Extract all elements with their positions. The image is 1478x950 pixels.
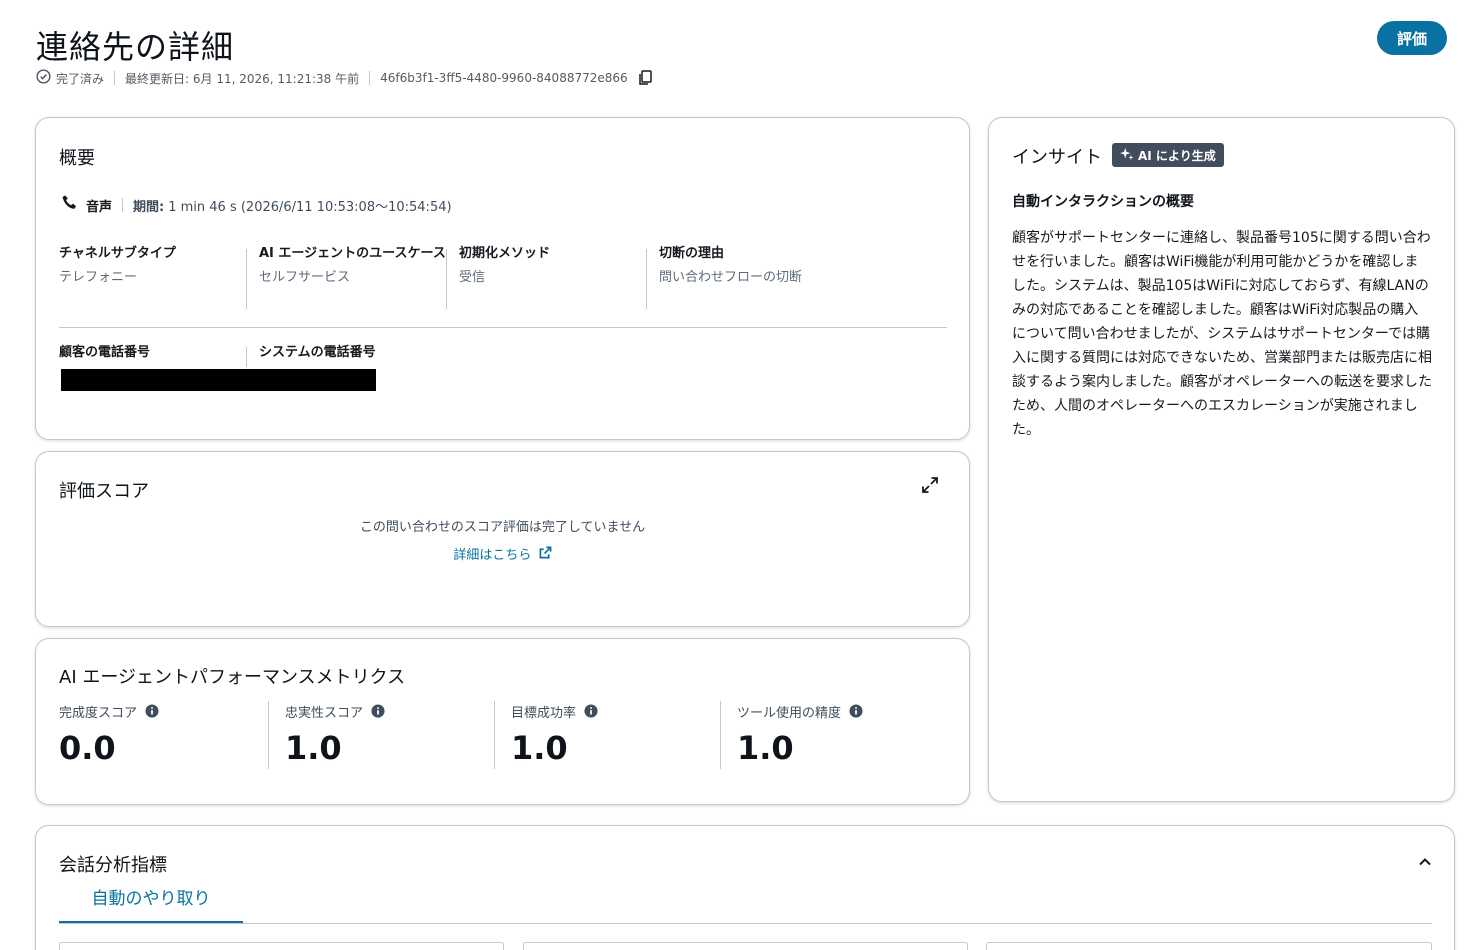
field-label: チャネルサブタイプ: [59, 246, 176, 261]
field-label: AI エージェントのユースケース: [259, 246, 446, 261]
divider: [446, 249, 447, 309]
metric-value: 1.0: [737, 729, 794, 767]
metric-label: 目標成功率: [511, 705, 577, 721]
tab-divider: [59, 923, 1432, 924]
field-ai-use-case: AI エージェントのユースケース セルフサービス: [259, 242, 447, 290]
status: 完了済み: [36, 69, 104, 87]
score-title: 評価スコア: [59, 481, 149, 502]
last-updated: 最終更新日: 6月 11, 2026, 11:21:38 午前: [125, 71, 360, 86]
tab-automated-interaction[interactable]: 自動のやり取り: [59, 884, 243, 924]
ai-metrics-card: AI エージェントパフォーマンスメトリクス 完成度スコア 0.0 忠実性スコア …: [35, 638, 970, 805]
field-value: テレフォニー: [59, 270, 138, 285]
evaluation-score-card: 評価スコア この問い合わせのスコア評価は完了していません 詳細はこちら: [35, 451, 970, 627]
insight-card: インサイト AI により生成 自動インタラクションの概要 顧客がサポートセンター…: [988, 117, 1455, 802]
field-system-phone: システムの電話番号: [259, 341, 459, 365]
check-circle-icon: [36, 69, 51, 87]
field-channel-subtype: チャネルサブタイプ テレフォニー: [59, 242, 239, 290]
info-icon[interactable]: [371, 704, 385, 718]
analytics-panel: [523, 942, 968, 950]
metric-label: 忠実性スコア: [285, 705, 364, 721]
field-disconnect-reason: 切断の理由 問い合わせフローの切断: [659, 242, 879, 290]
duration-label: 期間:: [133, 199, 165, 215]
evaluate-button[interactable]: 評価: [1377, 21, 1447, 55]
external-link-icon: [539, 546, 552, 563]
status-text: 完了済み: [56, 71, 105, 86]
info-icon[interactable]: [145, 704, 159, 718]
redacted-phone-numbers: [61, 369, 376, 391]
metric-label: ツール使用の精度: [737, 705, 842, 721]
field-label: 顧客の電話番号: [59, 345, 151, 360]
field-value: セルフサービス: [259, 270, 351, 285]
field-customer-phone: 顧客の電話番号: [59, 341, 239, 365]
chevron-up-icon[interactable]: [1418, 854, 1432, 873]
divider: [246, 347, 247, 367]
metric-completeness: 完成度スコア 0.0: [59, 701, 159, 767]
metric-value: 1.0: [285, 729, 342, 767]
divider: [494, 701, 495, 769]
overview-title: 概要: [59, 148, 95, 169]
analytics-panel: [986, 942, 1432, 950]
info-icon[interactable]: [584, 704, 598, 718]
divider: [646, 249, 647, 309]
conversation-analytics-card: 会話分析指標 自動のやり取り: [35, 825, 1455, 950]
overview-card: 概要 音声 期間: 1 min 46 s (2026/6/11 10:53:08…: [35, 117, 970, 440]
metric-label: 完成度スコア: [59, 705, 138, 721]
field-label: 初期化メソッド: [459, 246, 551, 261]
expand-icon[interactable]: [921, 476, 939, 498]
score-message: この問い合わせのスコア評価は完了していません: [359, 520, 646, 535]
divider: [268, 701, 269, 769]
metric-goal-success: 目標成功率 1.0: [511, 701, 598, 767]
divider: [114, 71, 116, 85]
phone-icon: [61, 194, 79, 216]
metric-tool-accuracy: ツール使用の精度 1.0: [737, 701, 863, 767]
field-init-method: 初期化メソッド 受信: [459, 242, 639, 290]
field-label: 切断の理由: [659, 246, 725, 261]
ai-generated-badge: AI により生成: [1112, 143, 1224, 167]
field-value: 問い合わせフローの切断: [659, 270, 803, 285]
channel-row: 音声 期間: 1 min 46 s (2026/6/11 10:53:08～10…: [61, 194, 452, 216]
info-icon[interactable]: [849, 704, 863, 718]
channel-label: 音声: [86, 199, 113, 215]
analytics-title: 会話分析指標: [59, 855, 167, 876]
analytics-panel: [59, 942, 504, 950]
divider: [59, 327, 947, 328]
learn-more-text: 詳細はこちら: [453, 548, 532, 563]
copy-icon[interactable]: [638, 70, 652, 86]
divider: [246, 249, 247, 309]
metric-value: 1.0: [511, 729, 568, 767]
divider: [122, 198, 124, 212]
page-title: 連絡先の詳細: [36, 28, 235, 66]
metric-value: 0.0: [59, 729, 116, 767]
divider: [720, 701, 721, 769]
divider: [369, 71, 371, 85]
duration-value: 1 min 46 s (2026/6/11 10:53:08～10:54:54): [168, 199, 452, 215]
metric-faithfulness: 忠実性スコア 1.0: [285, 701, 385, 767]
contact-id: 46f6b3f1-3ff5-4480-9960-84088772e866: [380, 71, 628, 85]
insight-summary: 顧客がサポートセンターに連絡し、製品番号105に関する問い合わせを行いました。顧…: [1012, 230, 1432, 438]
field-label: システムの電話番号: [259, 345, 376, 360]
insight-title: インサイト: [1012, 147, 1102, 168]
field-value: 受信: [459, 270, 486, 285]
learn-more-link-row: 詳細はこちら: [36, 544, 969, 563]
insight-heading: 自動インタラクションの概要: [1012, 194, 1194, 210]
metrics-title: AI エージェントパフォーマンスメトリクス: [59, 667, 406, 688]
badge-text: AI により生成: [1138, 148, 1216, 163]
learn-more-link[interactable]: 詳細はこちら: [453, 546, 552, 563]
sparkle-icon: [1120, 147, 1134, 164]
contact-meta: 完了済み 最終更新日: 6月 11, 2026, 11:21:38 午前 46f…: [36, 69, 652, 87]
